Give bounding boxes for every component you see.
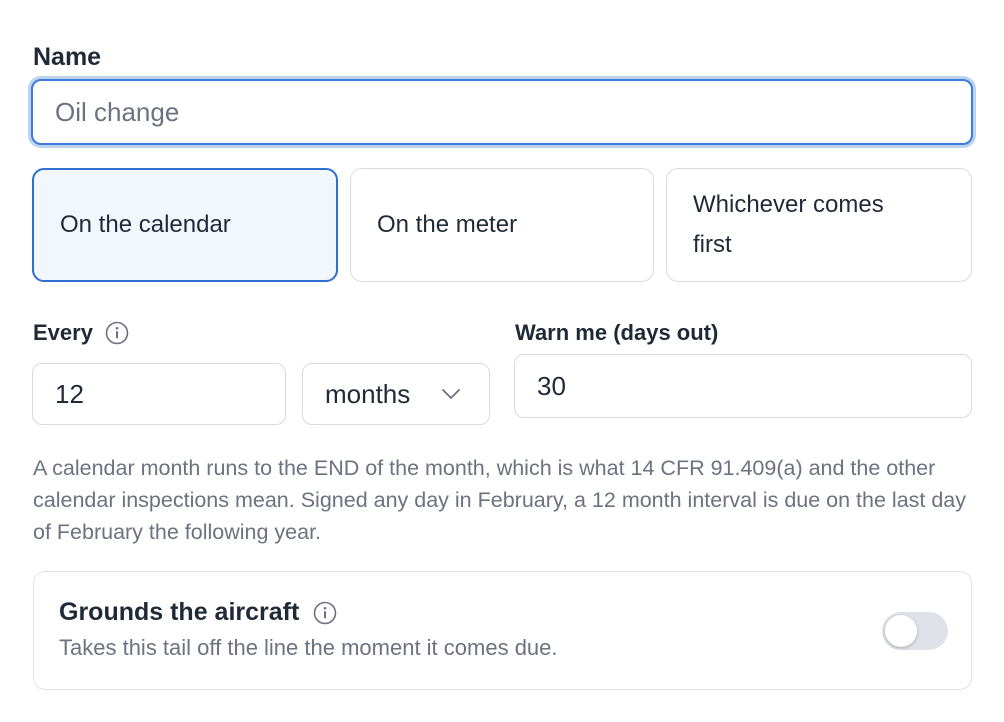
option-on-the-calendar[interactable]: On the calendar [32,168,338,282]
option-whichever-comes-first[interactable]: Whichever comes first [666,168,972,282]
option-label: On the calendar [60,211,231,238]
grounds-title-group: Grounds the aircraft [59,598,337,627]
grounds-title: Grounds the aircraft [59,598,300,626]
grounds-aircraft-card: Grounds the aircraft Takes this tail off… [33,571,972,690]
option-label: Whichever comes first [693,191,884,258]
calendar-help-text: A calendar month runs to the END of the … [33,456,967,544]
chevron-down-icon [442,389,460,399]
warn-value: 30 [537,370,566,401]
warn-days-input[interactable]: 30 [514,354,972,418]
grounds-subtitle: Takes this tail off the line the moment … [59,635,558,660]
info-icon[interactable] [313,601,337,625]
every-label: Every [33,320,93,345]
warn-label: Warn me (days out) [515,320,719,345]
every-value: 12 [55,378,84,409]
name-input[interactable] [31,79,973,145]
every-unit-select[interactable]: months [302,363,490,425]
option-label: On the meter [377,211,518,238]
every-label-group: Every [33,320,129,346]
name-label: Name [33,43,102,71]
grounds-toggle[interactable] [882,612,948,650]
every-unit: months [325,378,411,409]
every-value-input[interactable]: 12 [32,363,286,425]
info-icon[interactable] [105,321,129,345]
option-on-the-meter[interactable]: On the meter [350,168,654,282]
toggle-knob [885,615,917,647]
